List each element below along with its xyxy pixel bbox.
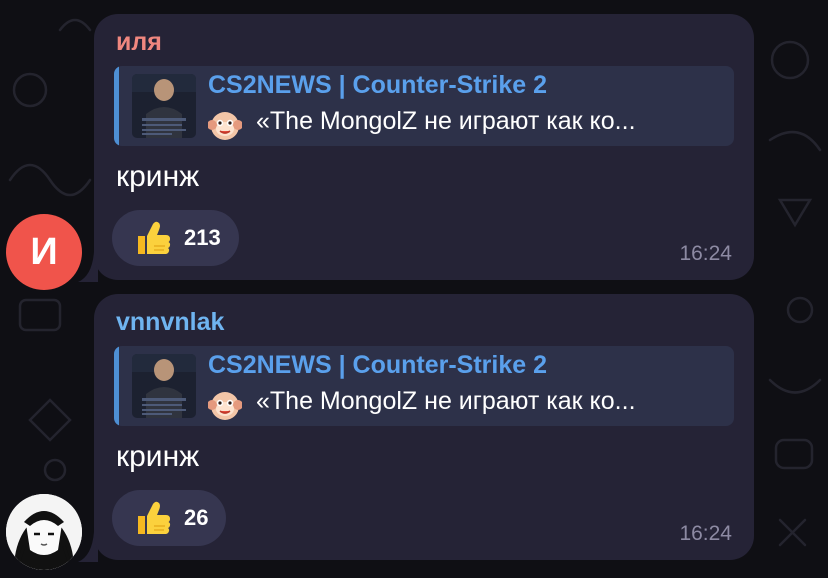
message-text: кринж [116,440,200,473]
reply-preview[interactable]: CS2NEWS | Counter-Strike 2 «The MongolZ … [114,346,734,426]
message-time: 16:24 [679,242,732,265]
message-time: 16:24 [679,522,732,545]
reply-thumbnail [132,354,196,418]
reply-snippet: «The MongolZ не играют как ко... [256,107,636,135]
reply-preview[interactable]: CS2NEWS | Counter-Strike 2 «The MongolZ … [114,66,734,146]
avatar-initial: И [30,230,58,273]
thumbs-up-icon [138,221,171,254]
message-bubble[interactable]: иля CS2NEWS | Counter-Strike 2 «The Mong… [94,14,754,280]
reaction-count: 26 [184,505,209,530]
message-text: кринж [116,160,200,193]
monkey-face-icon [208,392,242,420]
reply-accent-bar [114,66,119,146]
message-bubble[interactable]: vnnvnlak CS2NEWS | Counter-Strike 2 «The… [94,294,754,560]
sender-name[interactable]: иля [116,28,162,57]
reaction-chip[interactable]: 213 [112,210,239,266]
avatar[interactable]: И [6,214,82,290]
reply-thumbnail [132,74,196,138]
reaction-chip[interactable]: 26 [112,490,227,546]
reply-snippet: «The MongolZ не играют как ко... [256,387,636,415]
thumbs-up-icon [138,501,171,534]
message-row: иля CS2NEWS | Counter-Strike 2 «The Mong… [0,0,828,290]
sender-name[interactable]: vnnvnlak [116,308,224,337]
message-row: vnnvnlak CS2NEWS | Counter-Strike 2 «The… [0,280,828,578]
reply-channel-name: CS2NEWS | Counter-Strike 2 [208,71,548,99]
monkey-face-icon [208,112,242,140]
reply-channel-name: CS2NEWS | Counter-Strike 2 [208,351,548,379]
avatar[interactable] [6,494,82,570]
reaction-count: 213 [184,225,221,250]
chat-view: иля CS2NEWS | Counter-Strike 2 «The Mong… [0,0,828,578]
reply-accent-bar [114,346,119,426]
anime-avatar-image [6,494,82,570]
